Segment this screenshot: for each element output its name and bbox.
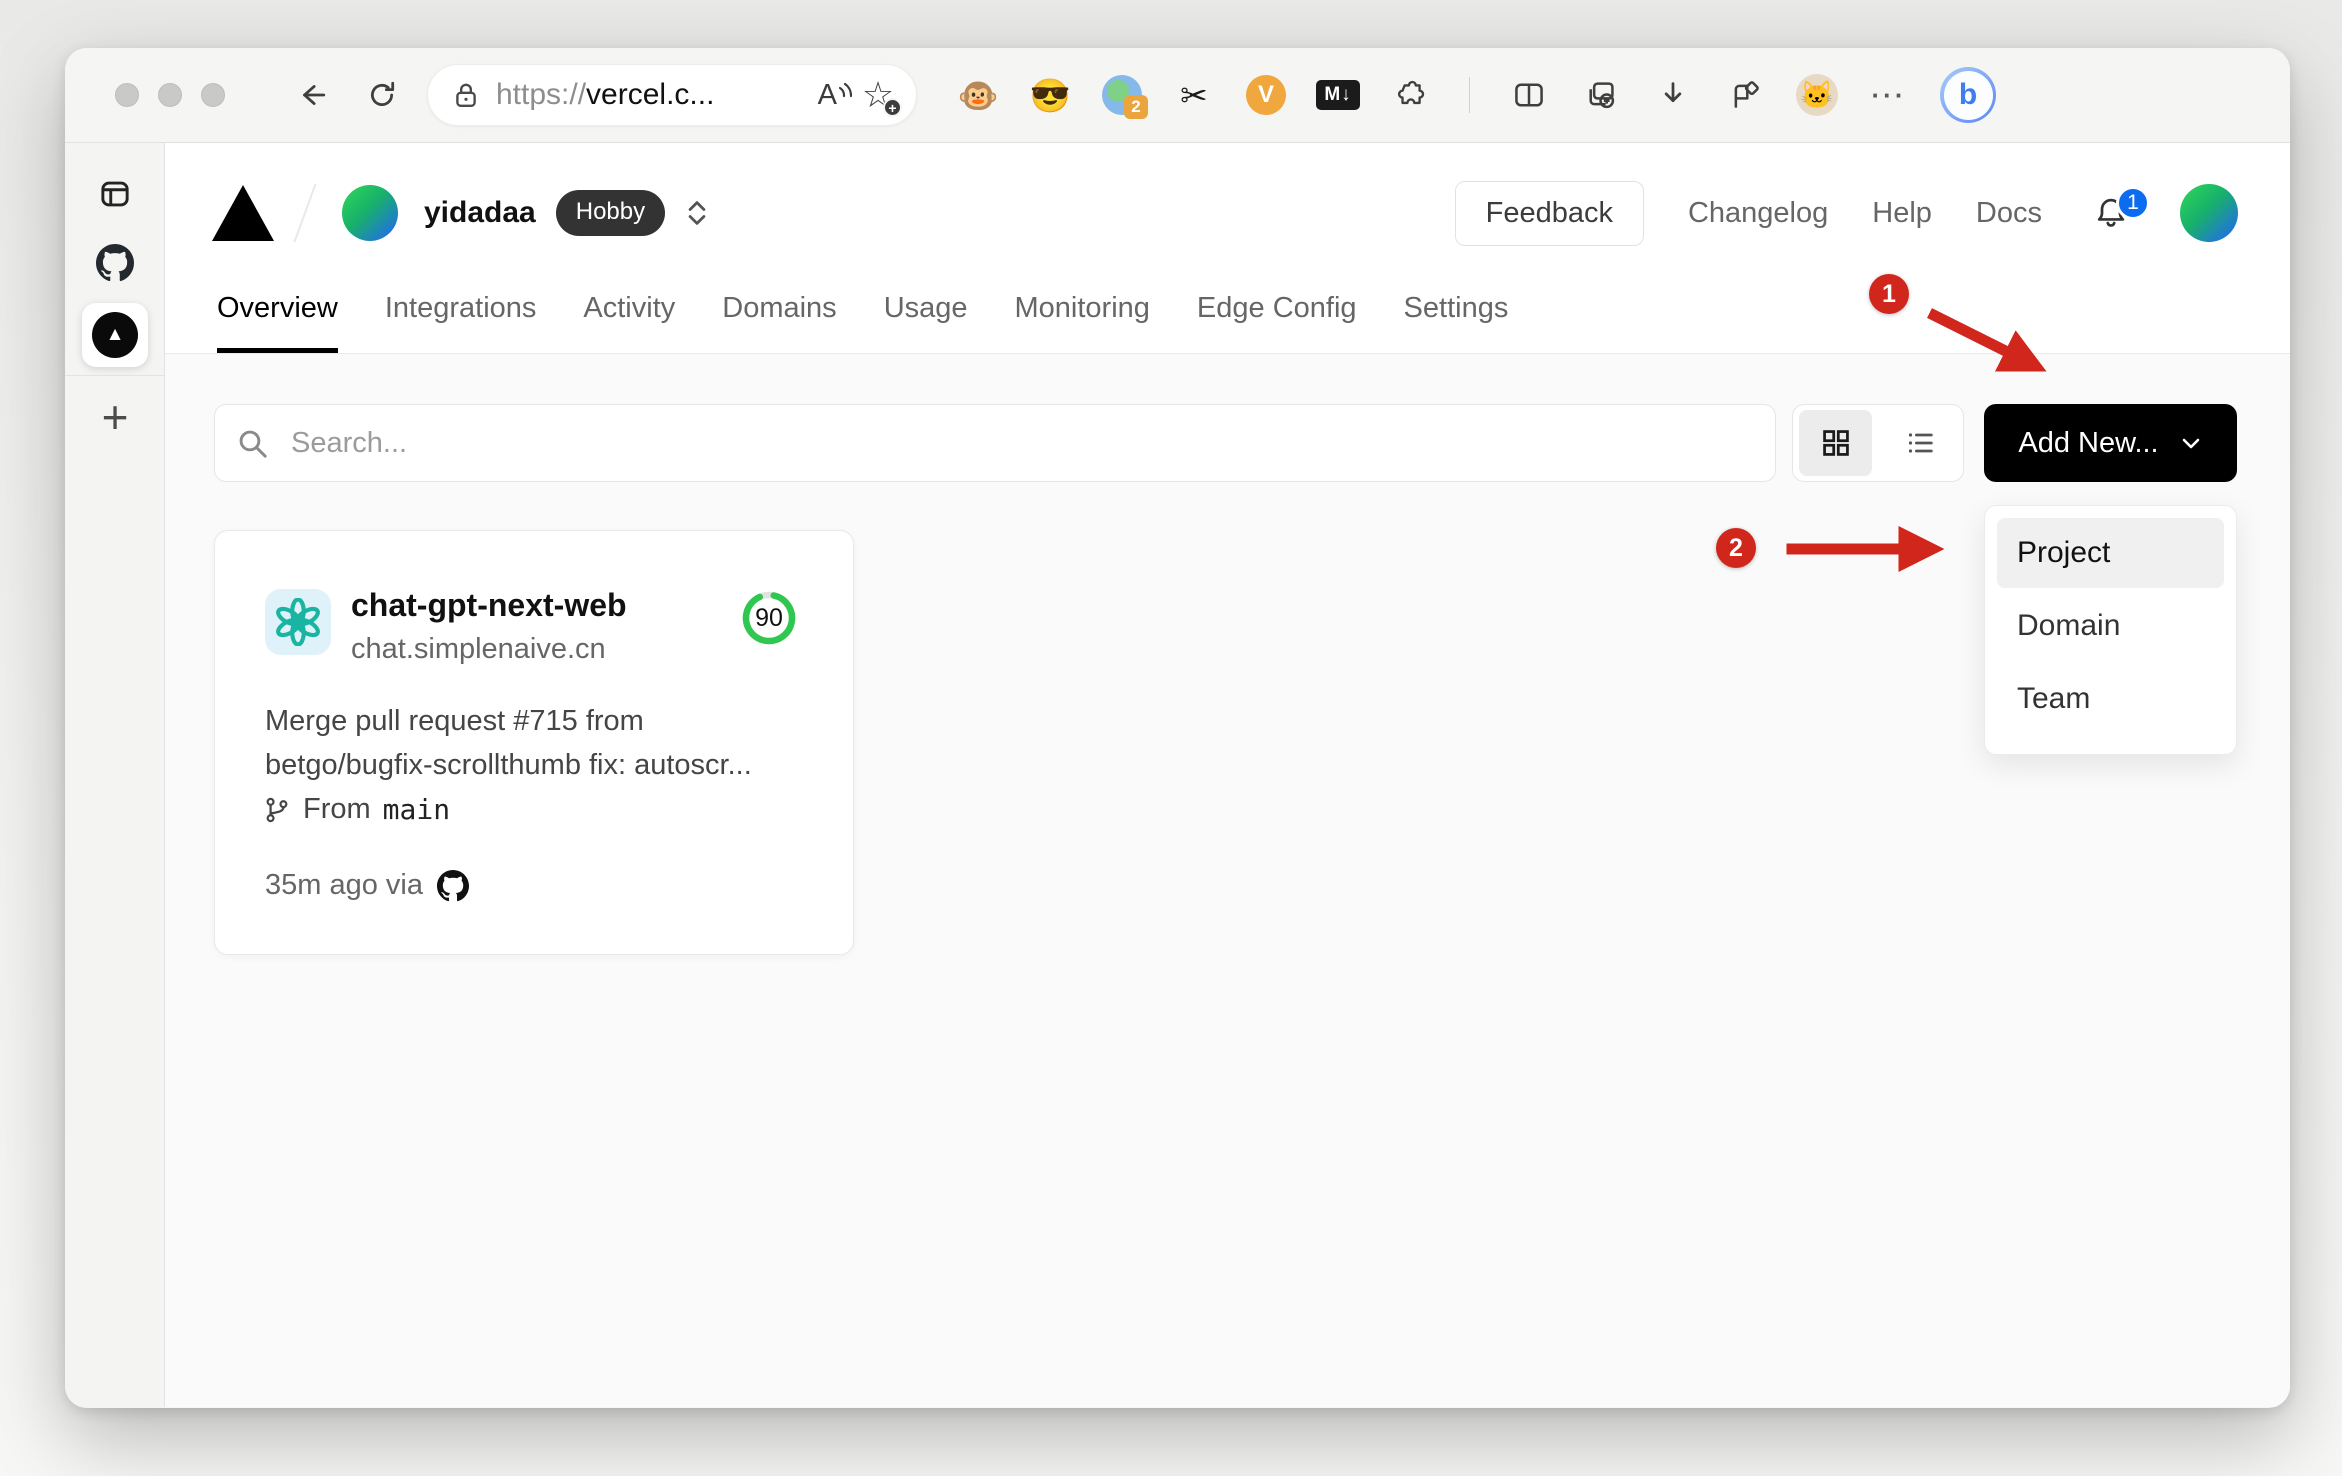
sidebar-divider bbox=[65, 375, 164, 376]
plan-badge: Hobby bbox=[555, 190, 666, 236]
annotation-step-2: 2 bbox=[1716, 528, 1756, 568]
view-toggle bbox=[1792, 404, 1964, 482]
bing-chat-icon[interactable]: b bbox=[1938, 67, 1998, 123]
close-window-button[interactable] bbox=[115, 83, 139, 107]
refresh-icon[interactable] bbox=[359, 72, 405, 118]
notification-count-badge: 1 bbox=[2116, 186, 2150, 220]
markdown-extension-icon[interactable]: M↓ bbox=[1315, 72, 1361, 118]
browser-toolbar: https://vercel.c... A ☆ + 🐵 😎 2 ✂ V M↓ 🐱… bbox=[65, 48, 2290, 143]
clipper-extension-icon[interactable]: ✂ bbox=[1171, 72, 1217, 118]
docs-link[interactable]: Docs bbox=[1976, 197, 2042, 230]
openai-logo-icon bbox=[276, 598, 320, 646]
help-link[interactable]: Help bbox=[1872, 197, 1932, 230]
project-logo bbox=[265, 589, 331, 655]
toolbar-divider bbox=[1469, 77, 1470, 113]
url-scheme: https:// bbox=[496, 78, 587, 111]
downloads-icon[interactable] bbox=[1650, 72, 1696, 118]
chevron-down-icon bbox=[2182, 438, 2199, 449]
split-screen-icon[interactable] bbox=[1506, 72, 1552, 118]
feedback-button[interactable]: Feedback bbox=[1454, 180, 1644, 246]
dashboard-tabs: Overview Integrations Activity Domains U… bbox=[217, 292, 1508, 353]
add-favorite-icon[interactable]: ☆ + bbox=[856, 73, 902, 117]
tab-activity[interactable]: Activity bbox=[583, 292, 675, 353]
dropdown-item-team[interactable]: Team bbox=[1997, 664, 2224, 734]
user-avatar[interactable] bbox=[2180, 184, 2238, 242]
search-input[interactable] bbox=[214, 404, 1776, 482]
search-container bbox=[214, 404, 1776, 482]
collections-icon[interactable] bbox=[1578, 72, 1624, 118]
tab-settings[interactable]: Settings bbox=[1404, 292, 1509, 353]
tab-vercel-active[interactable]: ▲ bbox=[82, 303, 148, 367]
tab-integrations[interactable]: Integrations bbox=[385, 292, 537, 353]
v-extension-icon[interactable]: V bbox=[1243, 72, 1289, 118]
url-host: vercel.c... bbox=[586, 78, 715, 111]
tab-domains[interactable]: Domains bbox=[722, 292, 836, 353]
add-new-label: Add New... bbox=[2018, 426, 2159, 459]
team-switcher-icon[interactable] bbox=[685, 198, 709, 228]
breadcrumb-slash bbox=[293, 183, 317, 243]
changelog-link[interactable]: Changelog bbox=[1688, 197, 1828, 230]
list-view-button[interactable] bbox=[1884, 410, 1957, 476]
tab-usage[interactable]: Usage bbox=[884, 292, 968, 353]
from-label: From bbox=[303, 793, 371, 825]
tab-github-icon[interactable] bbox=[93, 241, 137, 285]
lock-icon bbox=[450, 72, 482, 118]
dropdown-item-project[interactable]: Project bbox=[1997, 518, 2224, 588]
annotation-step-1: 1 bbox=[1869, 274, 1909, 314]
team-name[interactable]: yidadaa bbox=[424, 196, 536, 230]
browser-window: https://vercel.c... A ☆ + 🐵 😎 2 ✂ V M↓ 🐱… bbox=[65, 48, 2290, 1408]
github-icon bbox=[437, 869, 469, 901]
browser-vertical-tabs-sidebar: ▲ + bbox=[65, 143, 165, 1407]
traffic-lights bbox=[115, 83, 225, 107]
grid-view-button[interactable] bbox=[1799, 410, 1872, 476]
browser-essentials-icon[interactable] bbox=[1722, 72, 1768, 118]
vercel-dashboard-page: yidadaa Hobby Feedback Changelog Help Do… bbox=[165, 143, 2290, 1407]
tab-panel-icon[interactable] bbox=[93, 172, 137, 216]
score-ring[interactable]: 90 bbox=[740, 589, 798, 647]
avatar-extension-icon[interactable]: 😎 bbox=[1027, 72, 1073, 118]
tampermonkey-extension-icon[interactable]: 🐵 bbox=[955, 72, 1001, 118]
add-new-dropdown: Project Domain Team bbox=[1984, 505, 2237, 755]
vercel-favicon: ▲ bbox=[92, 312, 138, 358]
commit-message[interactable]: Merge pull request #715 from betgo/bugfi… bbox=[265, 699, 805, 787]
url-text: https://vercel.c... bbox=[496, 78, 814, 112]
tab-overview[interactable]: Overview bbox=[217, 292, 338, 353]
list-icon bbox=[1908, 433, 1933, 453]
project-name[interactable]: chat-gpt-next-web bbox=[351, 587, 627, 624]
git-branch-icon bbox=[266, 797, 288, 822]
read-aloud-icon[interactable]: A bbox=[818, 79, 852, 112]
maximize-window-button[interactable] bbox=[201, 83, 225, 107]
profile-avatar[interactable]: 🐱 bbox=[1794, 72, 1840, 118]
score-value: 90 bbox=[755, 603, 783, 632]
minimize-window-button[interactable] bbox=[158, 83, 182, 107]
back-icon[interactable] bbox=[289, 72, 335, 118]
tab-monitoring[interactable]: Monitoring bbox=[1015, 292, 1150, 353]
vercel-header: yidadaa Hobby Feedback Changelog Help Do… bbox=[165, 143, 2290, 354]
extensions-puzzle-icon[interactable] bbox=[1387, 72, 1433, 118]
address-bar[interactable]: https://vercel.c... A ☆ + bbox=[427, 64, 917, 126]
new-tab-button[interactable]: + bbox=[93, 394, 137, 440]
search-icon bbox=[239, 430, 267, 458]
dropdown-item-domain[interactable]: Domain bbox=[1997, 591, 2224, 661]
notifications-bell-icon[interactable]: 1 bbox=[2086, 186, 2150, 238]
collab-extension-icon[interactable]: 2 bbox=[1099, 72, 1148, 119]
project-card[interactable]: chat-gpt-next-web chat.simplenaive.cn 90… bbox=[214, 530, 854, 955]
branch-name[interactable]: main bbox=[383, 793, 450, 826]
extension-badge: 2 bbox=[1124, 95, 1148, 119]
deployed-time: 35m ago via bbox=[265, 869, 423, 901]
more-menu-icon[interactable]: ··· bbox=[1866, 72, 1912, 118]
team-avatar[interactable] bbox=[342, 185, 398, 241]
project-domain[interactable]: chat.simplenaive.cn bbox=[351, 633, 606, 666]
add-new-button[interactable]: Add New... bbox=[1984, 404, 2237, 482]
vercel-logo-icon[interactable] bbox=[212, 185, 274, 241]
grid-icon bbox=[1822, 430, 1849, 456]
tab-edge-config[interactable]: Edge Config bbox=[1197, 292, 1357, 353]
